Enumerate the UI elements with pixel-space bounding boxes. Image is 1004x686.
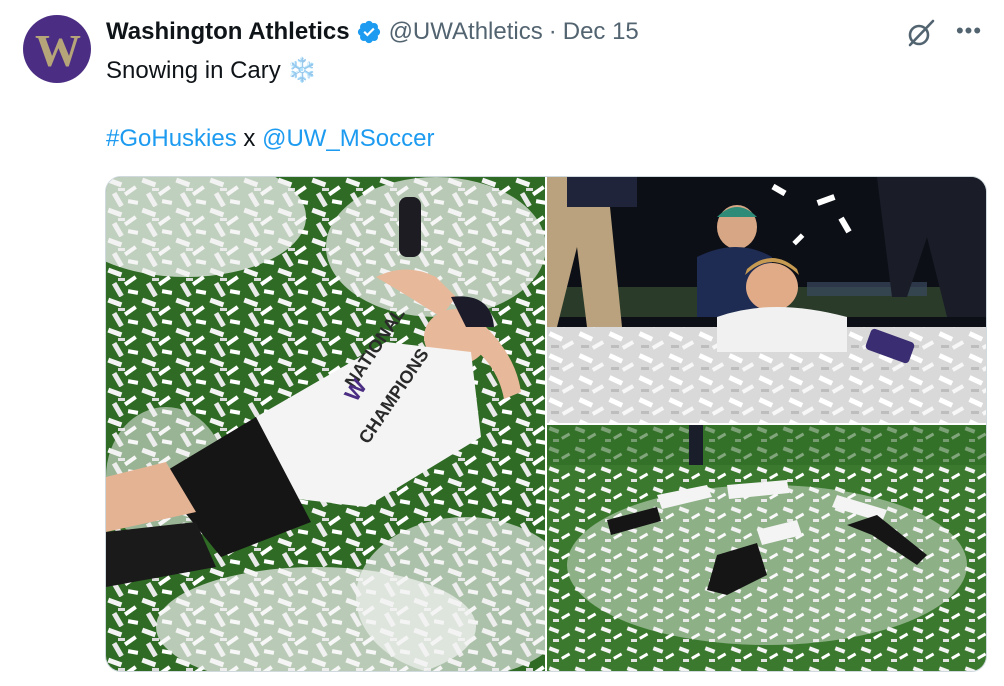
photo-player-in-confetti[interactable]: NATIONAL CHAMPIONS W [106,177,545,671]
snowflake-emoji-icon: ❄️ [287,57,318,84]
author-avatar[interactable]: W [23,15,91,83]
photo-confetti-celebration-closeup[interactable] [547,177,986,423]
tweet-text-line2: #GoHuskies x @UW_MSoccer [106,124,434,154]
connector-text: x [243,125,256,152]
tweet-date[interactable]: Dec 15 [563,18,639,46]
verified-badge-icon [357,20,380,44]
photo-2-image [547,177,986,423]
avatar-logo-letter: W [35,25,81,76]
photo-players-snow-angels[interactable] [547,425,986,671]
author-handle[interactable]: @UWAthletics [389,18,543,46]
hashtag-link[interactable]: #GoHuskies [106,125,237,152]
tweet-text-line1: Snowing in Cary ❄️ [106,56,317,86]
mention-link[interactable]: @UW_MSoccer [262,125,434,152]
author-name[interactable]: Washington Athletics [106,18,350,46]
tweet-header: Washington Athletics @UWAthletics · Dec … [106,16,639,48]
grok-icon[interactable] [906,18,936,48]
photo-1-image: NATIONAL CHAMPIONS W [106,177,545,671]
separator-dot: · [548,18,557,45]
media-grid: NATIONAL CHAMPIONS W [105,176,987,672]
photo-3-image [547,425,986,671]
more-options-icon[interactable]: ••• [955,16,983,46]
tweet-text: Snowing in Cary [106,57,281,84]
